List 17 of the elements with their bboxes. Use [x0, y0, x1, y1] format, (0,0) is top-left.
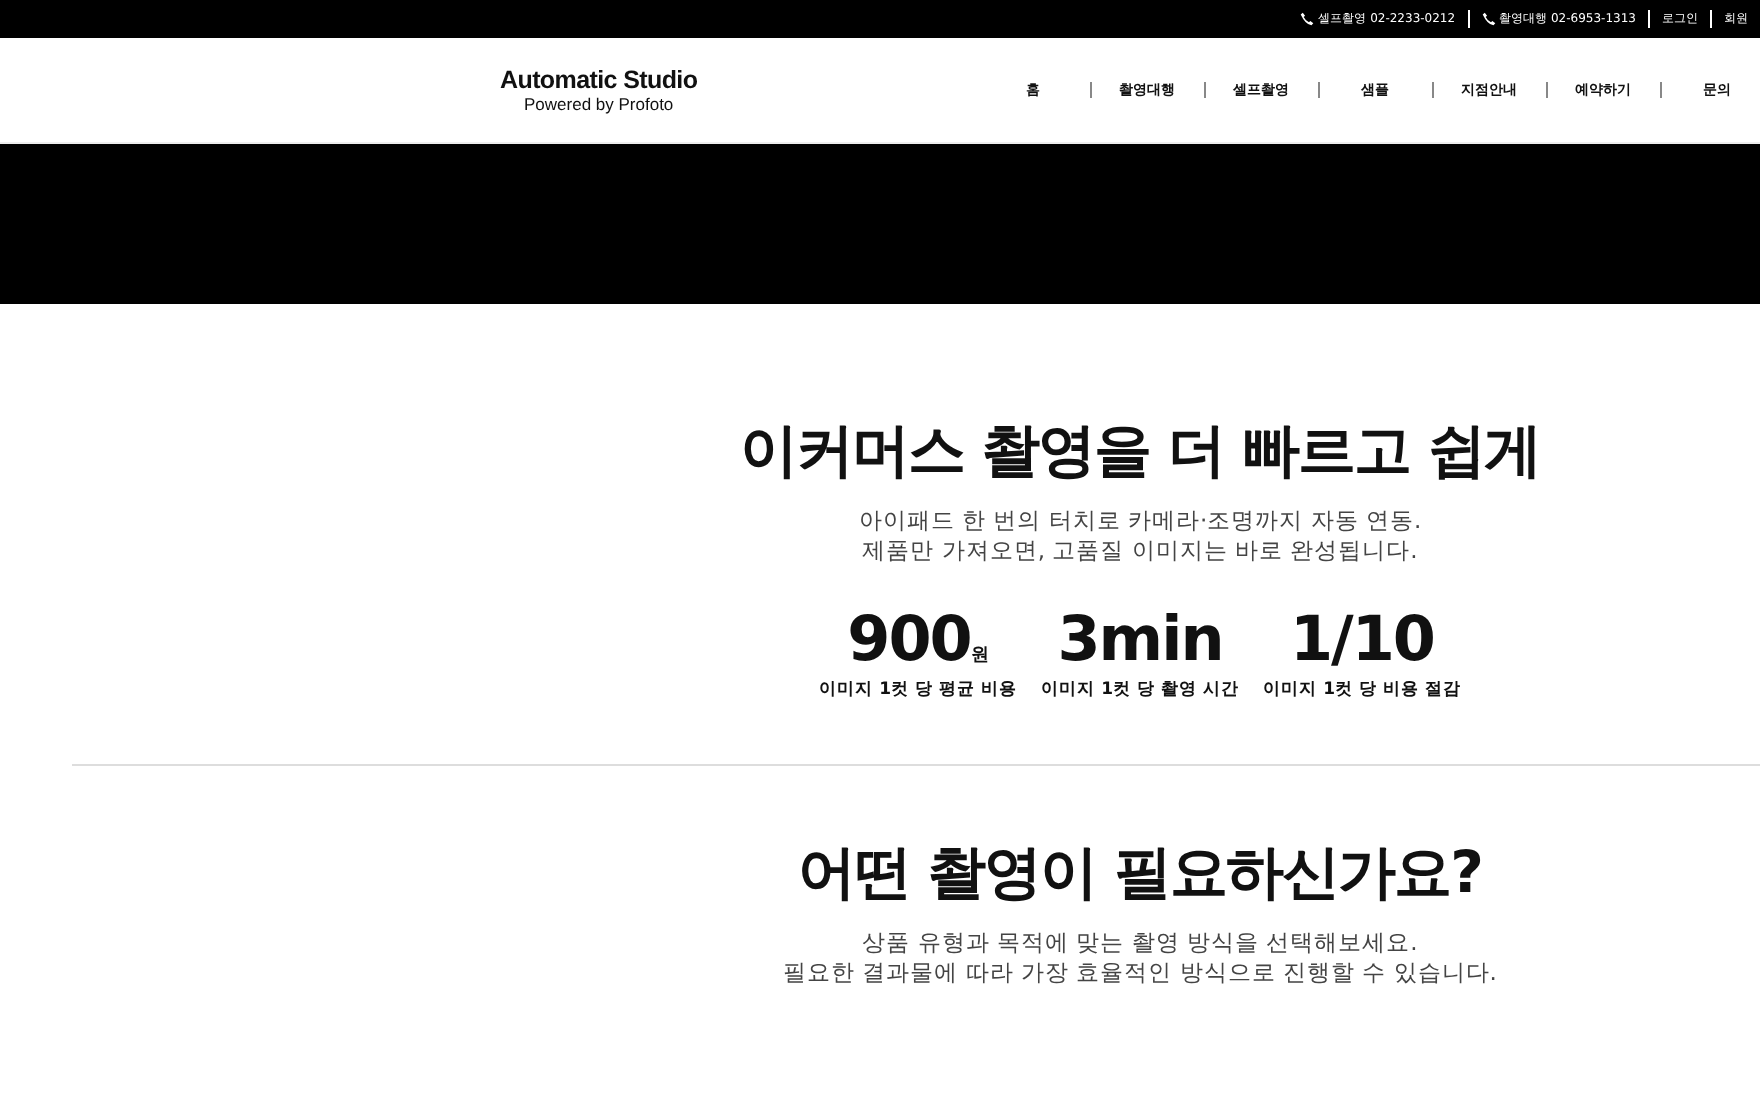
- stat-label: 이미지 1컷 당 비용 절감: [1263, 678, 1461, 702]
- stat-value: 3min: [1057, 604, 1223, 676]
- stat-value: 900: [847, 604, 971, 676]
- phone-icon: [1300, 12, 1315, 26]
- logo-title[interactable]: Automatic Studio: [500, 67, 698, 93]
- description-line: 필요한 결과물에 따라 가장 효율적인 방식으로 진행할 수 있습니다.: [783, 957, 1497, 986]
- section-title: 어떤 촬영이 필요하신가요?: [797, 836, 1482, 910]
- section-title: 이커머스 촬영을 더 빠르고 쉽게: [739, 414, 1541, 488]
- stat-unit: 원: [970, 644, 989, 668]
- description-line: 상품 유형과 목적에 맞는 촬영 방식을 선택해보세요.: [862, 928, 1418, 957]
- stat-value: 1/10: [1289, 604, 1435, 676]
- description-line: 아이패드 한 번의 터치로 카메라·조명까지 자동 연동.: [858, 506, 1422, 535]
- phone-icon: [1481, 12, 1496, 26]
- description-line: 제품만 가져오면, 고품질 이미지는 바로 완성됩니다.: [862, 535, 1418, 564]
- stat-label: 이미지 1컷 당 촬영 시간: [1041, 678, 1239, 702]
- logo-subtitle: Powered by Profoto: [524, 93, 674, 113]
- stat-label: 이미지 1컷 당 평균 비용: [819, 678, 1017, 702]
